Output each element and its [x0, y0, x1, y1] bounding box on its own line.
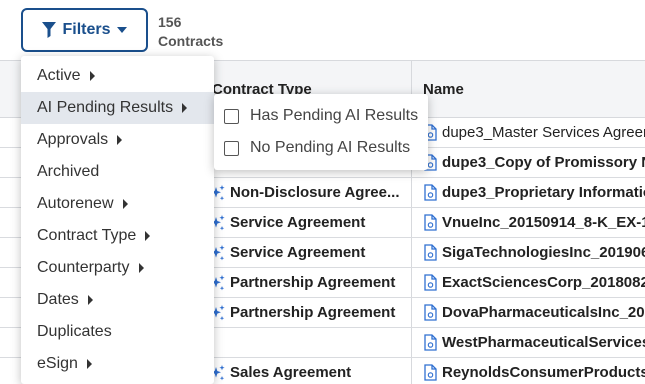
filter-menu-item-label: AI Pending Results	[37, 99, 174, 116]
filter-funnel-icon	[42, 22, 57, 38]
checkbox[interactable]	[224, 108, 239, 124]
checkbox[interactable]	[224, 140, 239, 156]
document-icon	[424, 274, 437, 295]
cell-contract-type: Service Agreement	[230, 244, 366, 261]
filter-menu-item-approvals[interactable]: Approvals	[21, 124, 214, 156]
chevron-right-icon	[89, 71, 95, 81]
filter-menu-item-autorenew[interactable]: Autorenew	[21, 188, 214, 220]
submenu-option-label: Has Pending AI Results	[250, 107, 419, 124]
submenu-option-no-pending[interactable]: No Pending AI Results	[214, 132, 428, 164]
document-icon	[424, 244, 437, 265]
chevron-right-icon	[122, 199, 128, 209]
cell-contract-name[interactable]: DovaPharmaceuticalsInc_201	[442, 304, 645, 321]
filter-menu-item-label: Counterparty	[37, 259, 130, 276]
filter-menu-item-label: eSign	[37, 355, 78, 372]
document-icon	[424, 364, 437, 384]
cell-contract-type: Partnership Agreement	[230, 274, 396, 291]
document-icon	[424, 184, 437, 205]
filter-menu-item-label: Active	[37, 67, 81, 84]
cell-contract-name[interactable]: dupe3_Proprietary Informatio	[442, 184, 645, 201]
cell-contract-name[interactable]: WestPharmaceuticalServices	[442, 334, 645, 351]
chevron-right-icon	[182, 103, 188, 113]
chevron-right-icon	[86, 359, 92, 369]
filter-menu-item-label: Duplicates	[37, 323, 112, 340]
cell-contract-name[interactable]: SigaTechnologiesInc_2019060	[442, 244, 645, 261]
filters-button[interactable]: Filters	[21, 8, 148, 52]
chevron-right-icon	[117, 135, 123, 145]
filter-menu-item-counterparty[interactable]: Counterparty	[21, 252, 214, 284]
filter-menu-item-label: Dates	[37, 291, 79, 308]
cell-contract-type: Service Agreement	[230, 214, 366, 231]
document-icon	[424, 304, 437, 325]
cell-contract-name[interactable]: dupe3_Copy of Promissory No	[442, 154, 645, 171]
filter-menu-item-dates[interactable]: Dates	[21, 284, 214, 316]
submenu-option-label: No Pending AI Results	[250, 139, 411, 156]
filter-menu-item-esign[interactable]: eSign	[21, 348, 214, 380]
filter-menu-item-label: Approvals	[37, 131, 109, 148]
cell-contract-type: Non-Disclosure Agree...	[230, 184, 400, 201]
cell-contract-name[interactable]: ExactSciencesCorp_20180822_	[442, 274, 645, 291]
cell-contract-name[interactable]: ReynoldsConsumerProductsI	[442, 364, 645, 381]
filters-label: Filters	[62, 21, 111, 38]
filter-menu-item-duplicates[interactable]: Duplicates	[21, 316, 214, 348]
cell-contract-name[interactable]: dupe3_Master Services Agreem	[442, 124, 645, 141]
ai-pending-results-submenu: Has Pending AI Results No Pending AI Resu…	[214, 94, 428, 170]
filter-menu-item-active[interactable]: Active	[21, 60, 214, 92]
chevron-right-icon	[138, 263, 144, 273]
filter-menu: Active AI Pending Results Approvals Archive…	[21, 56, 214, 384]
cell-contract-type: Sales Agreement	[230, 364, 352, 381]
cell-contract-type: Partnership Agreement	[230, 304, 396, 321]
filter-menu-item-label: Archived	[37, 163, 100, 180]
filter-menu-item-archived[interactable]: Archived	[21, 156, 214, 188]
filter-menu-item-ai-pending-results[interactable]: AI Pending Results	[21, 92, 214, 124]
document-icon	[424, 214, 437, 235]
filter-menu-item-label: Autorenew	[37, 195, 114, 212]
contract-count: 156 Contracts	[158, 13, 223, 51]
column-header-name[interactable]: Name	[423, 81, 464, 98]
chevron-right-icon	[87, 295, 93, 305]
filter-menu-item-contract-type[interactable]: Contract Type	[21, 220, 214, 252]
contract-count-label: Contracts	[158, 33, 224, 49]
chevron-down-icon	[116, 27, 127, 33]
submenu-option-has-pending[interactable]: Has Pending AI Results	[214, 100, 428, 132]
chevron-right-icon	[145, 231, 151, 241]
filter-menu-item-label: Contract Type	[37, 227, 137, 244]
contract-count-number: 156	[158, 14, 182, 30]
cell-contract-name[interactable]: VnueInc_20150914_8-K_EX-10.	[442, 214, 645, 231]
document-icon	[424, 334, 437, 355]
